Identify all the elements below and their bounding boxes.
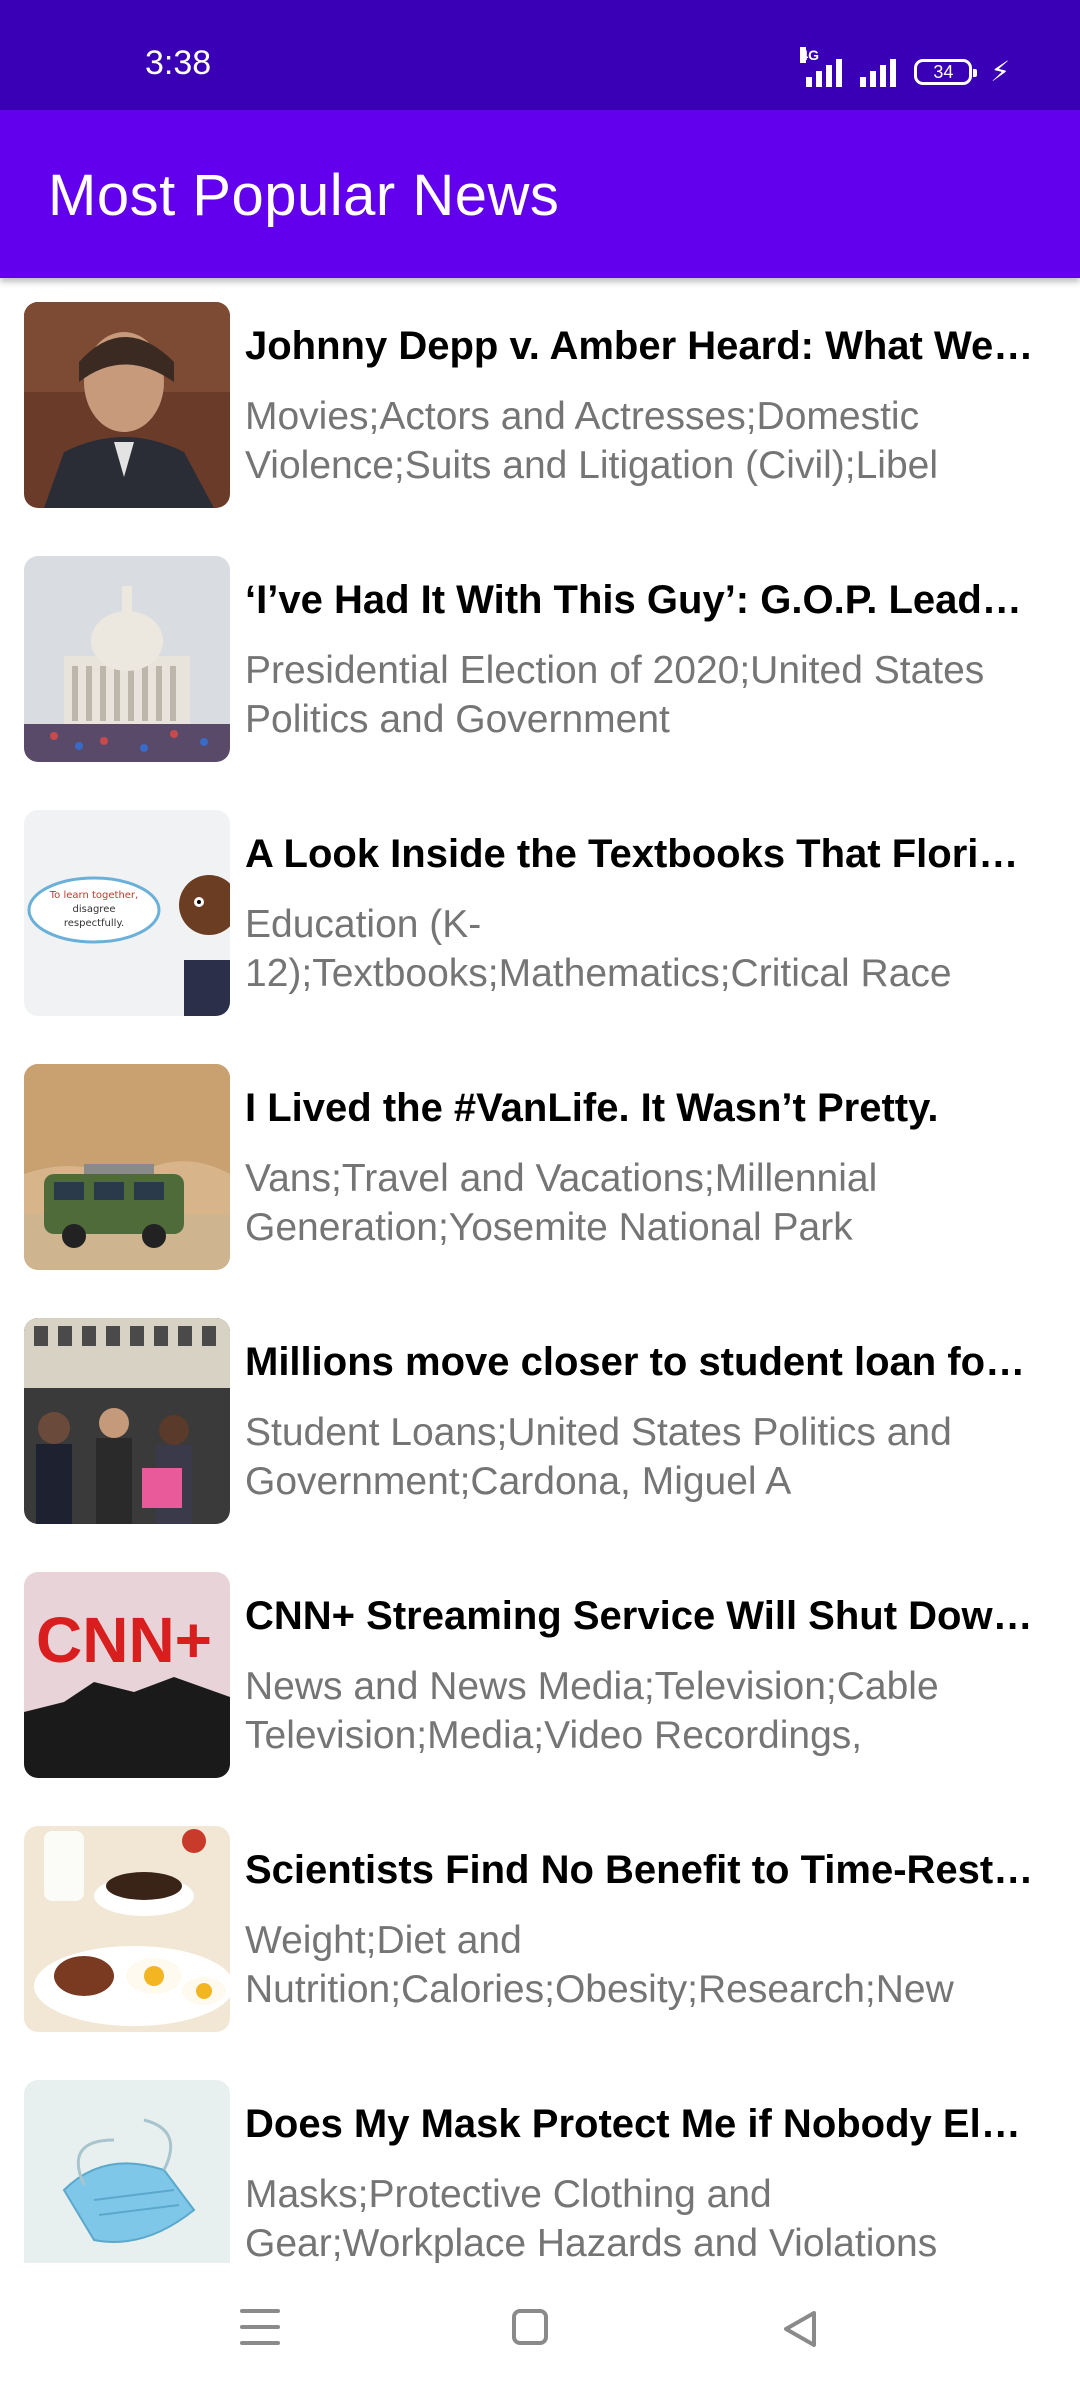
list-item[interactable]: Does My Mask Protect Me if Nobody Else I… — [0, 2056, 1080, 2263]
article-thumbnail — [24, 1318, 230, 1524]
charging-bolt-icon: ⚡ — [990, 56, 1010, 87]
portrait-image — [24, 302, 230, 508]
article-thumbnail — [24, 302, 230, 508]
article-tags: Masks;Protective Clothing and Gear;Workp… — [245, 2173, 938, 2263]
textbook-illustration-image: To learn together, disagree respectfully… — [24, 810, 230, 1016]
battery-icon: 34 — [914, 59, 978, 85]
svg-text:CNN+: CNN+ — [36, 1604, 212, 1676]
back-icon[interactable] — [780, 2309, 820, 2349]
status-bar: 3:38 4G 34 ⚡ — [0, 0, 1080, 110]
svg-text:disagree: disagree — [72, 904, 115, 915]
article-headline: Does My Mask Protect Me if Nobody Else I… — [245, 2102, 1040, 2146]
cnn-logo-image: CNN+ — [24, 1572, 230, 1778]
page-title: Most Popular News — [48, 163, 560, 228]
svg-text:To learn together,: To learn together, — [49, 890, 138, 901]
article-thumbnail: To learn together, disagree respectfully… — [24, 810, 230, 1016]
article-headline: Millions move closer to student loan for… — [245, 1340, 1040, 1384]
list-item[interactable]: ‘I’ve Had It With This Guy’: G.O.P. Lead… — [0, 532, 1080, 786]
article-tags: Student Loans;United States Politics and… — [245, 1411, 952, 1503]
article-tags: Education (K-12);Textbooks;Mathematics;C… — [245, 903, 952, 995]
article-thumbnail — [24, 1064, 230, 1270]
capitol-image — [24, 556, 230, 762]
home-icon[interactable] — [512, 2309, 548, 2345]
article-tags: Presidential Election of 2020;United Sta… — [245, 649, 985, 741]
status-time: 3:38 — [145, 44, 212, 82]
network-type-label: 4G — [800, 47, 820, 63]
status-icons: 4G 34 ⚡ — [800, 47, 1010, 92]
article-tags: News and News Media;Television;Cable Tel… — [245, 1665, 939, 1757]
van-in-desert-image — [24, 1064, 230, 1270]
menu-icon[interactable] — [240, 2309, 280, 2345]
breakfast-image — [24, 1826, 230, 2032]
article-headline: A Look Inside the Textbooks That Florida… — [245, 832, 1040, 876]
list-item[interactable]: To learn together, disagree respectfully… — [0, 786, 1080, 1040]
signal-4g-icon: 4G — [800, 47, 843, 87]
article-tags: Vans;Travel and Vacations;Millennial Gen… — [245, 1157, 878, 1249]
article-tags: Movies;Actors and Actresses;Domestic Vio… — [245, 395, 938, 487]
list-item[interactable]: Johnny Depp v. Amber Heard: What We Lear… — [0, 278, 1080, 532]
article-headline: Johnny Depp v. Amber Heard: What We Lear… — [245, 324, 1040, 368]
student-loan-protest-image — [24, 1318, 230, 1524]
list-item[interactable]: CNN+ CNN+ Streaming Service Will Shut Do… — [0, 1548, 1080, 1802]
system-nav-bar — [0, 2263, 1080, 2400]
app-bar: Most Popular News — [0, 110, 1080, 278]
article-headline: Scientists Find No Benefit to Time-Restr… — [245, 1848, 1040, 1892]
article-thumbnail: CNN+ — [24, 1572, 230, 1778]
news-list[interactable]: Johnny Depp v. Amber Heard: What We Lear… — [0, 278, 1080, 2263]
list-item[interactable]: Scientists Find No Benefit to Time-Restr… — [0, 1802, 1080, 2056]
article-headline: CNN+ Streaming Service Will Shut Down in… — [245, 1594, 1040, 1638]
face-mask-image — [24, 2080, 230, 2263]
signal-icon — [860, 57, 897, 87]
battery-level: 34 — [933, 61, 954, 82]
list-item[interactable]: I Lived the #VanLife. It Wasn’t Pretty. … — [0, 1040, 1080, 1294]
article-tags: Weight;Diet and Nutrition;Calories;Obesi… — [245, 1919, 954, 2011]
article-thumbnail — [24, 1826, 230, 2032]
list-item[interactable]: Millions move closer to student loan for… — [0, 1294, 1080, 1548]
article-thumbnail — [24, 556, 230, 762]
article-thumbnail — [24, 2080, 230, 2263]
article-headline: ‘I’ve Had It With This Guy’: G.O.P. Lead… — [245, 578, 1040, 622]
article-headline: I Lived the #VanLife. It Wasn’t Pretty. — [245, 1086, 939, 1130]
svg-text:respectfully.: respectfully. — [64, 918, 124, 929]
